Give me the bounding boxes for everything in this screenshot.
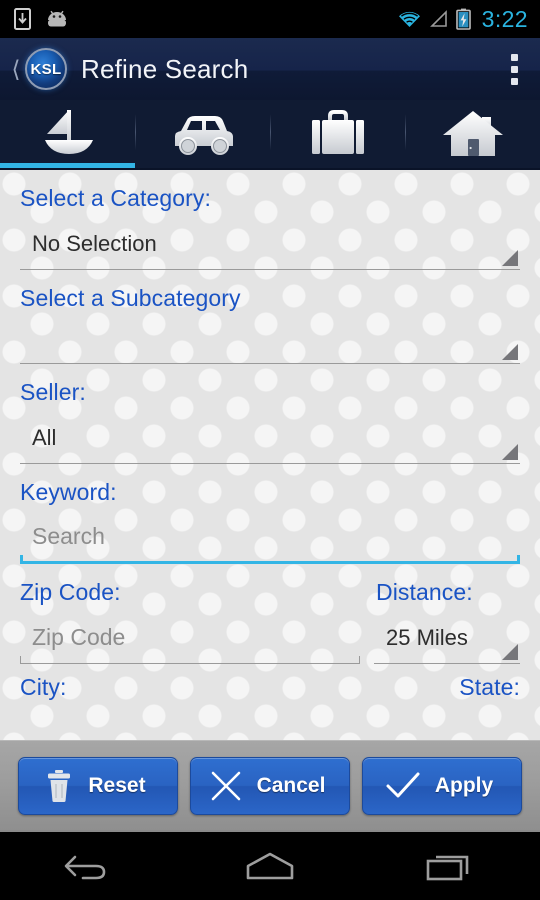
location-labels-row: Zip Code: Distance: — [20, 564, 520, 606]
zip-code-input[interactable]: Zip Code — [20, 612, 360, 664]
battery-charging-icon — [455, 8, 471, 30]
city-state-labels-row: City: State: — [20, 664, 520, 701]
seller-spinner[interactable]: All — [20, 412, 520, 464]
check-icon — [386, 772, 420, 797]
distance-label: Distance: — [376, 579, 473, 605]
signal-icon — [429, 10, 447, 27]
wifi-icon — [398, 11, 420, 27]
tab-cars[interactable] — [135, 100, 270, 168]
tab-bar — [0, 100, 540, 170]
subcategory-spinner[interactable] — [20, 318, 520, 364]
keyword-placeholder: Search — [32, 523, 105, 549]
reset-button[interactable]: Reset — [18, 756, 178, 815]
tab-jobs[interactable] — [270, 100, 405, 168]
seller-label: Seller: — [20, 379, 86, 405]
overflow-dot — [511, 65, 518, 73]
nav-back-button[interactable] — [0, 849, 180, 883]
city-label: City: — [20, 674, 67, 700]
keyword-label: Keyword: — [20, 479, 117, 505]
recents-icon — [426, 855, 469, 881]
refine-search-form: Select a Category: No Selection Select a… — [0, 170, 540, 740]
page-title: Refine Search — [81, 53, 249, 84]
apply-button-label: Apply — [434, 773, 494, 797]
status-bar-system-icons: 3:22 — [397, 6, 530, 33]
download-icon — [14, 8, 31, 30]
trash-icon — [48, 769, 71, 802]
location-inputs-row: Zip Code 25 Miles — [20, 606, 520, 664]
android-nav-bar — [0, 830, 540, 900]
close-x-icon — [211, 771, 240, 800]
zip-code-label: Zip Code: — [20, 579, 121, 605]
back-arrow-icon — [64, 855, 106, 880]
status-bar-notifications — [14, 8, 69, 30]
car-icon — [174, 116, 233, 155]
zip-code-placeholder: Zip Code — [32, 624, 126, 650]
apply-button[interactable]: Apply — [362, 756, 522, 815]
tab-boats[interactable] — [0, 100, 135, 168]
distance-spinner[interactable]: 25 Miles — [374, 612, 520, 664]
category-value: No Selection — [32, 230, 157, 256]
cancel-button-label: Cancel — [256, 773, 326, 797]
reset-button-label: Reset — [88, 773, 146, 797]
distance-value: 25 Miles — [386, 624, 468, 650]
state-label: State: — [459, 674, 520, 700]
seller-value: All — [32, 424, 57, 450]
ksl-logo[interactable]: KSL — [25, 48, 67, 90]
category-label: Select a Category: — [20, 185, 212, 211]
overflow-dot — [511, 53, 518, 61]
android-robot-icon — [48, 10, 66, 27]
keyword-input[interactable]: Search — [20, 512, 520, 564]
status-bar: 3:22 — [0, 0, 540, 38]
ksl-logo-text: KSL — [30, 60, 62, 78]
cancel-button[interactable]: Cancel — [190, 756, 350, 815]
briefcase-icon — [311, 110, 364, 154]
phone-screen: 3:22 ⟨ KSL Refine Search Select a Catego… — [0, 0, 540, 900]
subcategory-label: Select a Subcategory — [20, 285, 241, 311]
overflow-dot — [511, 77, 518, 85]
action-button-bar: Reset Cancel Apply — [0, 740, 540, 830]
tab-homes[interactable] — [405, 100, 540, 168]
house-icon — [442, 111, 503, 156]
back-chevron-icon[interactable]: ⟨ — [8, 57, 24, 81]
nav-recents-button[interactable] — [360, 849, 540, 883]
home-icon — [246, 852, 294, 880]
action-bar: ⟨ KSL Refine Search — [0, 38, 540, 100]
sailboat-icon — [44, 110, 93, 154]
overflow-menu-icon[interactable] — [507, 48, 522, 91]
category-spinner[interactable]: No Selection — [20, 218, 520, 270]
nav-home-button[interactable] — [180, 849, 360, 883]
status-bar-clock: 3:22 — [481, 5, 528, 32]
